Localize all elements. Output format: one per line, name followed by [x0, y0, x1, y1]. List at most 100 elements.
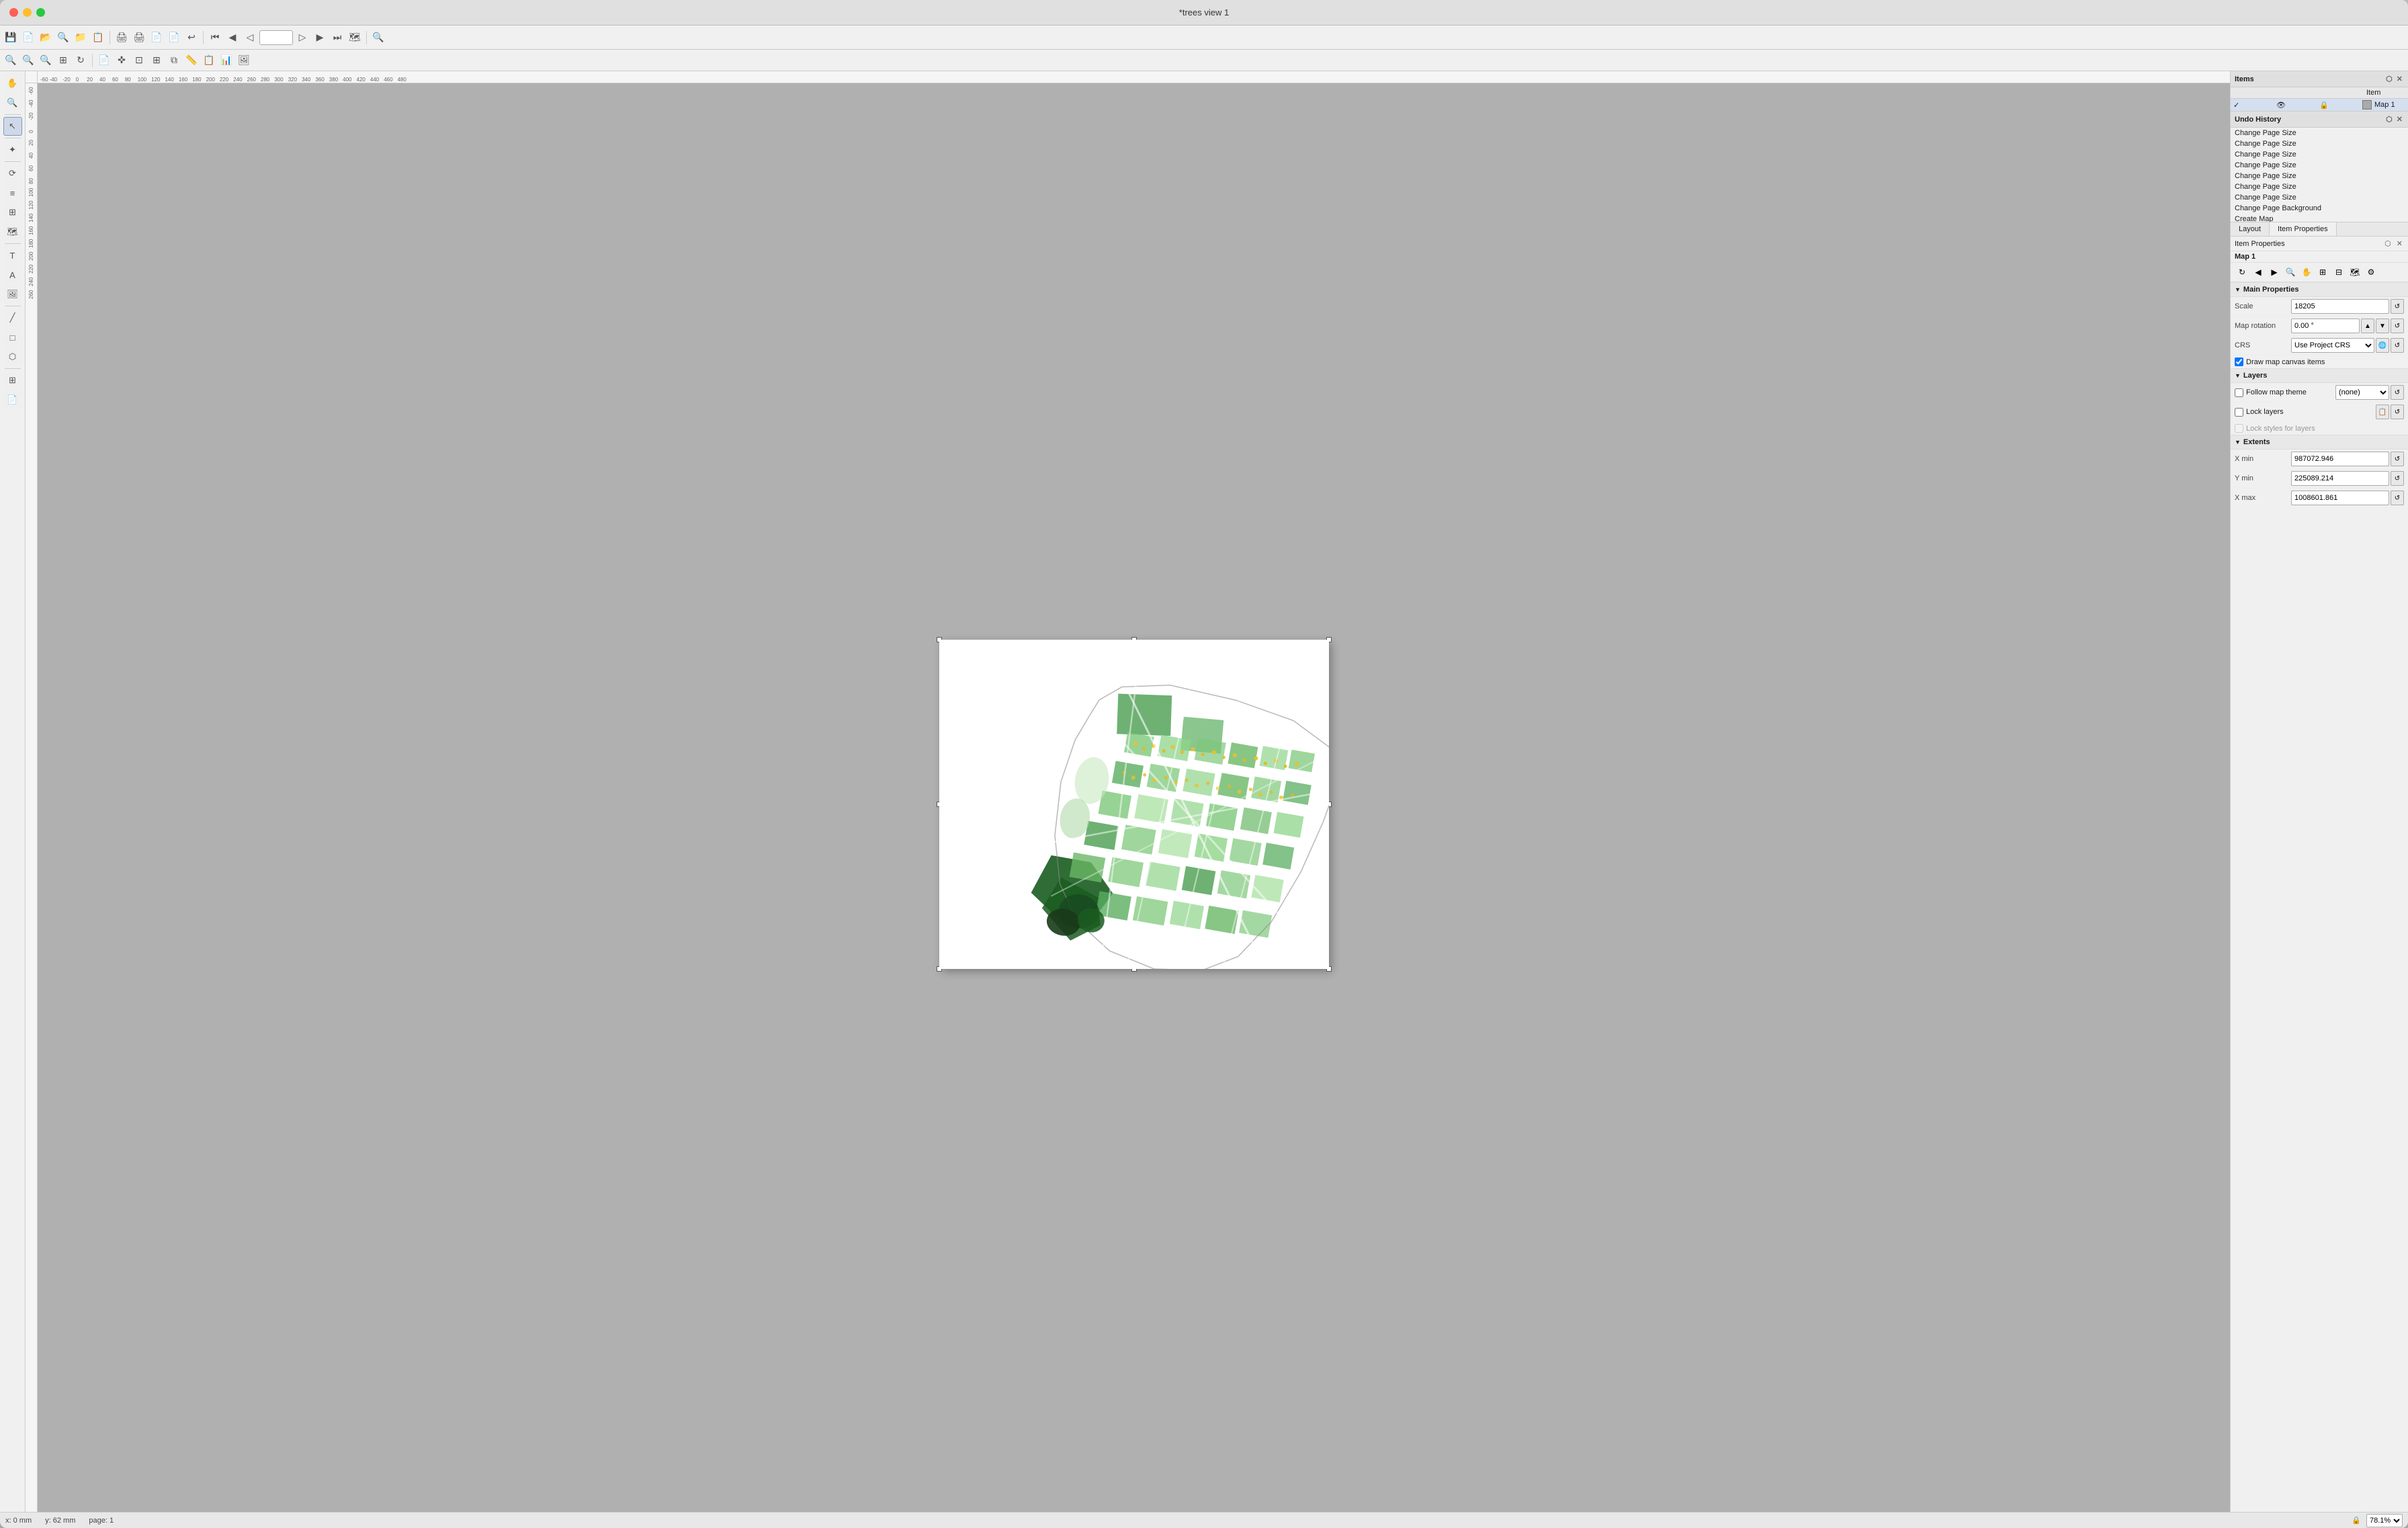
maximize-button[interactable] — [36, 8, 45, 17]
grid-tool[interactable]: ⊞ — [3, 203, 22, 222]
page-number-input[interactable]: 1 — [259, 30, 293, 45]
refresh[interactable]: ↻ — [73, 52, 89, 69]
save-button[interactable]: 💾 — [3, 30, 19, 46]
nav-start[interactable]: ⏮ — [207, 30, 223, 46]
nav-next2[interactable]: ▷ — [294, 30, 310, 46]
undo-float-button[interactable]: ⬡ — [2384, 115, 2394, 124]
undo-item-8[interactable]: Create Map — [2231, 214, 2408, 222]
lock-layers-checkbox[interactable] — [2235, 408, 2243, 417]
node-tool[interactable]: ✦ — [3, 140, 22, 159]
nav-next[interactable]: ▶ — [312, 30, 328, 46]
main-properties-section[interactable]: ▼ Main Properties — [2231, 282, 2408, 297]
undo-item-5[interactable]: Change Page Size — [2231, 181, 2408, 192]
tab-item-properties[interactable]: Item Properties — [2270, 222, 2337, 236]
zoom-out[interactable]: 🔍 — [38, 52, 54, 69]
theme-select[interactable]: (none) — [2335, 385, 2389, 400]
table-tool[interactable]: ⊞ — [3, 371, 22, 390]
add-picture[interactable]: 🖼 — [236, 52, 252, 69]
items-row-map1[interactable]: ✓ 👁 🔒 Map 1 — [2231, 99, 2408, 111]
zoom-in[interactable]: 🔍 — [20, 52, 36, 69]
undo-button[interactable]: ↩ — [183, 30, 200, 46]
nav-prev2[interactable]: ◁ — [242, 30, 258, 46]
xmin-input[interactable] — [2291, 452, 2389, 466]
align-tool[interactable]: ≡ — [3, 183, 22, 202]
zoom-select[interactable]: 78.1% 50% 100% 150% — [2366, 1514, 2403, 1527]
ip-pan[interactable]: ✋ — [2299, 265, 2314, 280]
pdf2-button[interactable]: 📄 — [166, 30, 182, 46]
add-map[interactable]: ⊞ — [148, 52, 165, 69]
add-scalebar[interactable]: 📏 — [183, 52, 200, 69]
select-item[interactable]: 📄 — [96, 52, 112, 69]
draw-canvas-checkbox[interactable] — [2235, 357, 2243, 366]
lock-styles-checkbox[interactable] — [2235, 424, 2243, 433]
print-button[interactable]: 🖨 — [114, 30, 130, 46]
nav-end[interactable]: ⏭ — [329, 30, 345, 46]
xmax-btn[interactable]: ↺ — [2391, 491, 2404, 505]
ip-float-button[interactable]: ⬡ — [2383, 239, 2393, 248]
ip-next[interactable]: ▶ — [2267, 265, 2282, 280]
label-tool[interactable]: A — [3, 265, 22, 284]
extents-section[interactable]: ▼ Extents — [2231, 435, 2408, 450]
shape-tool[interactable]: □ — [3, 328, 22, 347]
undo-item-7[interactable]: Change Page Background — [2231, 203, 2408, 214]
move-item[interactable]: ✜ — [114, 52, 130, 69]
atlas-button[interactable]: 🗺 — [347, 30, 363, 46]
undo-item-3[interactable]: Change Page Size — [2231, 160, 2408, 171]
resize-item[interactable]: ⊡ — [131, 52, 147, 69]
map-paper[interactable] — [939, 640, 1329, 969]
undo-item-1[interactable]: Change Page Size — [2231, 138, 2408, 149]
pan-tool[interactable]: ✋ — [3, 74, 22, 93]
map-rotation-input[interactable] — [2291, 319, 2360, 333]
add-table[interactable]: 📊 — [218, 52, 234, 69]
zoom-tool-left[interactable]: 🔍 — [3, 93, 22, 112]
scale-btn[interactable]: ↺ — [2391, 299, 2404, 314]
crs-pick[interactable]: 🌐 — [2376, 338, 2389, 353]
page-tool[interactable]: 📄 — [3, 390, 22, 409]
lock-layers-pick[interactable]: 📋 — [2376, 405, 2389, 419]
select-all[interactable]: 🔍 — [3, 52, 19, 69]
add-legend[interactable]: 📋 — [201, 52, 217, 69]
zoom-tool[interactable]: 🔍 — [370, 30, 386, 46]
layers-section[interactable]: ▼ Layers — [2231, 368, 2408, 383]
print2-button[interactable]: 🖨 — [131, 30, 147, 46]
tab-layout[interactable]: Layout — [2231, 222, 2270, 236]
new-button[interactable]: 📄 — [20, 30, 36, 46]
atlas-tool2[interactable]: 🗺 — [3, 222, 22, 241]
crs-btn[interactable]: ↺ — [2391, 338, 2404, 353]
pdf-button[interactable]: 📄 — [148, 30, 165, 46]
search-button[interactable]: 🔍 — [55, 30, 71, 46]
follow-theme-checkbox[interactable] — [2235, 388, 2243, 397]
items-close-button[interactable]: ✕ — [2395, 75, 2404, 83]
text-tool[interactable]: T — [3, 246, 22, 265]
lock-layers-btn[interactable]: ↺ — [2391, 405, 2404, 419]
line-tool[interactable]: ╱ — [3, 308, 22, 327]
image-tool[interactable]: 🖼 — [3, 285, 22, 304]
close-button[interactable] — [9, 8, 18, 17]
ymin-btn[interactable]: ↺ — [2391, 471, 2404, 486]
ip-prev[interactable]: ◀ — [2251, 265, 2266, 280]
ip-settings[interactable]: ⚙ — [2364, 265, 2378, 280]
minimize-button[interactable] — [23, 8, 32, 17]
open-button[interactable]: 📂 — [38, 30, 54, 46]
folder-button[interactable]: 📁 — [73, 30, 89, 46]
undo-item-0[interactable]: Change Page Size — [2231, 128, 2408, 138]
ip-refresh[interactable]: ↻ — [2235, 265, 2249, 280]
map-rotation-down[interactable]: ▼ — [2376, 319, 2389, 333]
add-3d[interactable]: ⧉ — [166, 52, 182, 69]
undo-close-button[interactable]: ✕ — [2395, 115, 2404, 124]
zoom-full[interactable]: ⊞ — [55, 52, 71, 69]
scale-input[interactable] — [2291, 299, 2389, 314]
undo-item-2[interactable]: Change Page Size — [2231, 149, 2408, 160]
undo-item-6[interactable]: Change Page Size — [2231, 192, 2408, 203]
theme-btn[interactable]: ↺ — [2391, 385, 2404, 400]
crs-select[interactable]: Use Project CRS — [2291, 338, 2374, 353]
map-rotation-btn[interactable]: ↺ — [2391, 319, 2404, 333]
poly-tool[interactable]: ⬡ — [3, 347, 22, 366]
nav-prev[interactable]: ◀ — [224, 30, 241, 46]
map-rotation-up[interactable]: ▲ — [2361, 319, 2374, 333]
ip-grid[interactable]: ⊟ — [2331, 265, 2346, 280]
map-canvas[interactable] — [38, 83, 2230, 1512]
copy-button[interactable]: 📋 — [90, 30, 106, 46]
rotate-tool[interactable]: ⟳ — [3, 164, 22, 183]
ip-zoom[interactable]: 🔍 — [2283, 265, 2298, 280]
